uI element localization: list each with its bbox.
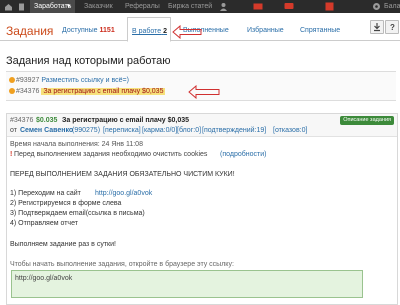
step-3: 3) Подтверждаем email(ссылка в письма) bbox=[10, 210, 145, 217]
arrow-left-icon bbox=[172, 25, 202, 39]
tab-in-work-count: 2 bbox=[163, 28, 168, 35]
step-1: 1) Переходим на сайт bbox=[10, 190, 81, 197]
meta-rejections[interactable]: [отказов:0] bbox=[273, 126, 307, 135]
task-header: #34376 $0.035 За регистрацию с email пла… bbox=[7, 114, 397, 137]
task-url-value: http://goo.gl/a0vok bbox=[15, 275, 73, 282]
task-id: #34376 bbox=[10, 117, 34, 124]
task-link[interactable]: Разместить ссылку и всё=) bbox=[41, 77, 129, 84]
details-link[interactable]: (подробности) bbox=[220, 150, 266, 159]
warning-icon: ! bbox=[10, 151, 13, 158]
list-item[interactable]: #34376 За регистрацию с email плачу $0,0… bbox=[9, 87, 166, 96]
task-details-panel: #34376 $0.035 За регистрацию с email пла… bbox=[6, 113, 398, 305]
section-heading: Задания над которыми работаю bbox=[6, 55, 171, 67]
chevron-down-icon: ▾ bbox=[67, 3, 71, 10]
chat-icon[interactable] bbox=[284, 2, 294, 9]
nav-referrals[interactable]: Рефералы bbox=[125, 2, 160, 11]
help-button[interactable]: ? bbox=[385, 20, 399, 34]
home-icon[interactable] bbox=[4, 3, 12, 11]
nav-customer[interactable]: Заказчик bbox=[84, 2, 113, 11]
task-price: $0.035 bbox=[36, 117, 58, 124]
nav-earn-label: Заработать bbox=[34, 3, 72, 10]
meta-blog[interactable]: [блог:0] bbox=[177, 126, 201, 135]
svg-text:?: ? bbox=[390, 23, 395, 32]
step-1-link[interactable]: http://goo.gl/a0vok bbox=[95, 189, 152, 198]
coin-icon bbox=[9, 88, 15, 94]
cookie-warning: Перед выполнением задания необходимо очи… bbox=[14, 151, 208, 158]
task-description-badge: Описание задания bbox=[340, 116, 394, 125]
step-4: 4) Отправляем отчет bbox=[10, 220, 78, 227]
meta-messages[interactable]: [переписка] bbox=[103, 126, 141, 135]
balance-label[interactable]: Бала bbox=[384, 2, 400, 11]
tab-available[interactable]: Доступные 1151 bbox=[62, 24, 115, 38]
meta-karma[interactable]: [карма:0/0] bbox=[142, 126, 177, 135]
owner-id[interactable]: (990275) bbox=[72, 126, 100, 135]
mail-icon[interactable] bbox=[253, 2, 263, 10]
nav-earn[interactable]: Заработать ▾ bbox=[30, 0, 75, 13]
owner-link[interactable]: Семен Савенко bbox=[20, 126, 73, 135]
nav-article-exchange[interactable]: Биржа статей bbox=[168, 2, 212, 11]
notification-icon[interactable] bbox=[325, 2, 334, 11]
tab-hidden[interactable]: Спрятанные bbox=[300, 24, 340, 38]
document-icon[interactable] bbox=[18, 3, 25, 11]
tab-in-work-label: В работе bbox=[132, 28, 162, 35]
tab-available-count: 1151 bbox=[99, 27, 115, 34]
list-item[interactable]: #93927 Разместить ссылку и всё=) bbox=[9, 76, 129, 85]
arrow-left-icon bbox=[188, 85, 220, 99]
step-2: 2) Регистрируемся в форме слева bbox=[10, 200, 122, 207]
instruction-header: ПЕРЕД ВЫПОЛНЕНИЕМ ЗАДАНИЯ ОБЯЗАТЕЛЬНО ЧИ… bbox=[10, 171, 235, 178]
tab-favorites[interactable]: Избранные bbox=[247, 24, 284, 38]
meta-confirmations[interactable]: [подтверждений:19] bbox=[202, 126, 266, 135]
tab-in-work[interactable]: В работе 2 bbox=[127, 17, 171, 42]
owner-prefix: от bbox=[10, 127, 17, 134]
download-button[interactable] bbox=[370, 20, 384, 34]
start-time: Время начала выполнения: 24 Янв 11:08 bbox=[10, 141, 143, 148]
task-id: #93927 bbox=[16, 77, 40, 84]
top-navigation-bar: Заработать ▾ Заказчик Рефералы Биржа ста… bbox=[0, 0, 400, 13]
task-id: #34376 bbox=[16, 88, 40, 95]
coin-icon bbox=[9, 77, 15, 83]
task-url-field[interactable]: http://goo.gl/a0vok bbox=[11, 270, 363, 298]
page-title: Задания bbox=[6, 24, 54, 38]
user-icon[interactable] bbox=[219, 2, 227, 11]
task-title: За регистрацию с email плачу $0,035 bbox=[62, 117, 190, 124]
task-link-selected[interactable]: За регистрацию с email плачу $0,035 bbox=[41, 88, 166, 95]
open-hint: Чтобы начать выполнение задания, откройт… bbox=[10, 261, 234, 268]
repeat-note: Выполняем задание раз в сутки! bbox=[10, 241, 116, 248]
tab-available-label: Доступные bbox=[62, 27, 98, 34]
settings-icon[interactable] bbox=[372, 2, 380, 10]
